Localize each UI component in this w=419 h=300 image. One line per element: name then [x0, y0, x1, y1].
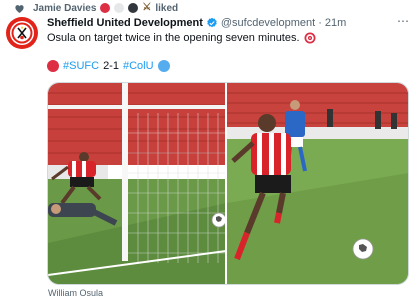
heart-icon	[15, 4, 24, 13]
hashtag-colu[interactable]: #ColU	[123, 60, 154, 72]
score-line: #SUFC 2-1 #ColU	[47, 59, 170, 73]
more-options-icon[interactable]: ⋯	[395, 14, 411, 28]
separator-dot: ·	[318, 17, 322, 29]
hashtag-sufc[interactable]: #SUFC	[63, 60, 99, 72]
blue-circle-emoji	[157, 60, 170, 72]
tweet-text: Osula on target twice in the opening sev…	[47, 31, 316, 45]
display-name[interactable]: Sheffield United Development	[47, 17, 203, 29]
timestamp[interactable]: 21m	[325, 17, 346, 29]
club-crest-icon	[10, 21, 34, 45]
black-circle-emoji	[128, 3, 139, 13]
social-context[interactable]: Jamie Davies ⚔ liked	[14, 1, 178, 15]
photo-goal-scramble[interactable]	[48, 83, 226, 284]
tweet-text-body: Osula on target twice in the opening sev…	[47, 32, 300, 44]
liked-label: liked	[155, 2, 179, 14]
crossed-swords-emoji: ⚔	[142, 2, 152, 13]
white-circle-emoji	[114, 3, 125, 13]
liker-name[interactable]: Jamie Davies	[33, 3, 96, 14]
red-circle-emoji	[100, 3, 111, 13]
verified-badge-icon	[207, 17, 217, 28]
media-grid	[47, 82, 409, 285]
red-circle-emoji	[47, 60, 59, 72]
handle[interactable]: @sufcdevelopment	[221, 17, 315, 29]
direct-hit-emoji	[304, 32, 316, 44]
score: 2-1	[103, 60, 119, 72]
photo-player-on-ball[interactable]	[227, 83, 408, 284]
avatar[interactable]	[6, 17, 38, 49]
tweet-header: Sheffield United Development @sufcdevelo…	[47, 16, 346, 30]
media-caption[interactable]: William Osula	[48, 288, 103, 298]
